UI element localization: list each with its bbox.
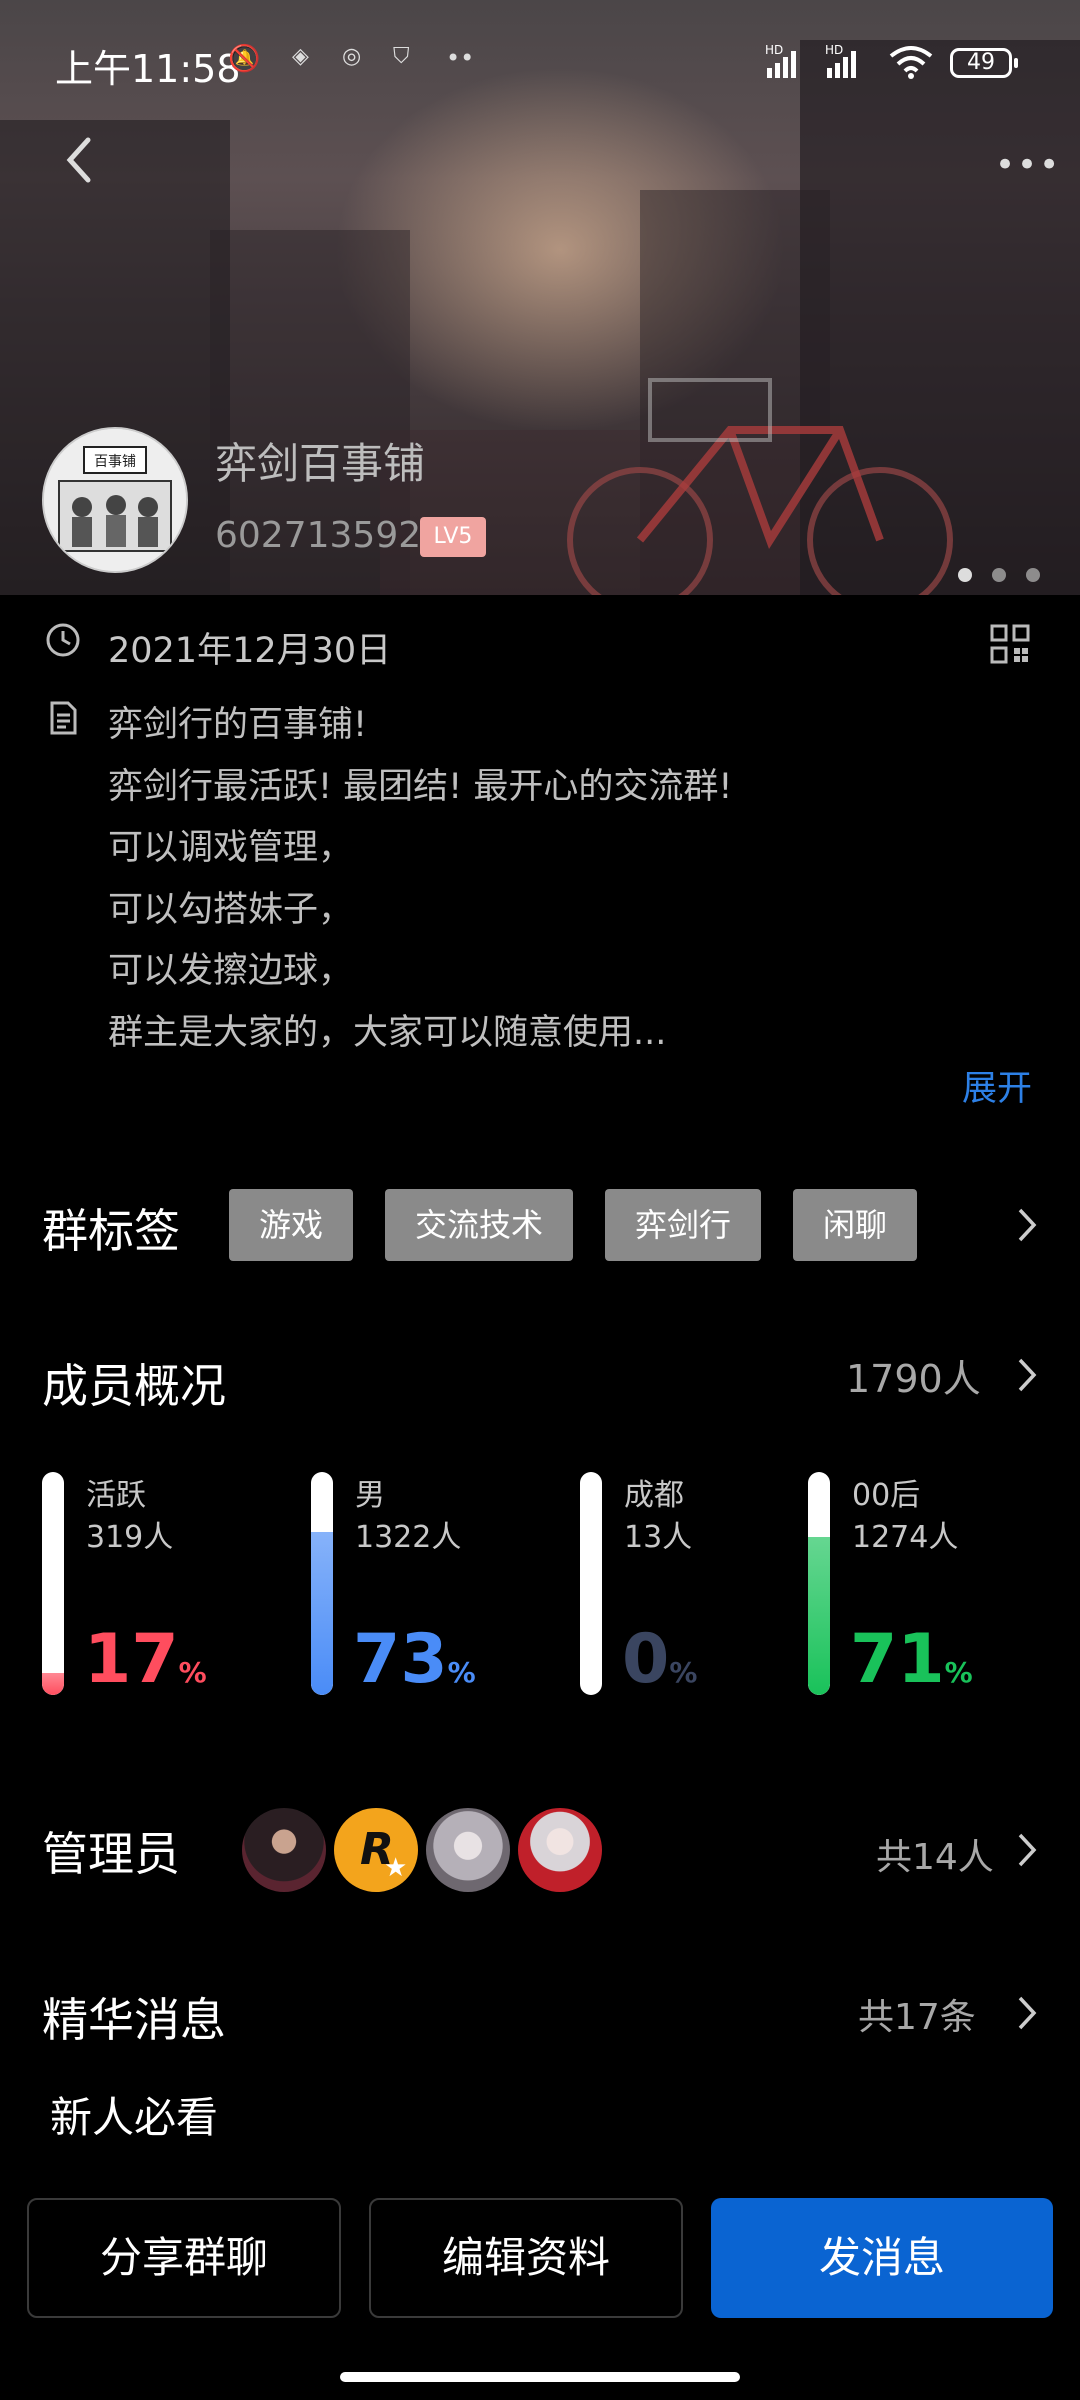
stat-bar-fill bbox=[808, 1536, 830, 1695]
admin-count[interactable]: 共14人 bbox=[876, 1828, 994, 1880]
stat-label: 活跃 bbox=[86, 1478, 146, 1513]
stat-bar-fill bbox=[311, 1532, 333, 1695]
edit-profile-button[interactable]: 编辑资料 bbox=[369, 2198, 683, 2318]
status-time: 上午11:58 bbox=[55, 47, 241, 91]
banner-page-indicator bbox=[958, 567, 1060, 586]
stat-percent: 0% bbox=[622, 1620, 698, 1699]
essence-count[interactable]: 共17条 bbox=[858, 1988, 976, 2040]
tag-chip[interactable]: 交流技术 bbox=[385, 1189, 573, 1261]
stat-bar bbox=[808, 1472, 830, 1695]
more-options-icon[interactable]: ••• bbox=[995, 145, 1061, 185]
stat-percent: 71% bbox=[850, 1620, 973, 1699]
admin-avatar[interactable] bbox=[242, 1808, 326, 1892]
send-message-button[interactable]: 发消息 bbox=[711, 2198, 1053, 2318]
description-line: 弈剑行的百事铺! bbox=[108, 705, 368, 745]
description-line: 可以调戏管理， bbox=[108, 828, 354, 868]
status-bar: 上午11:58 🔕 ◈ ◎ ⛉ •• HD HD 49 bbox=[0, 0, 1080, 125]
shield-icon: ⛉ bbox=[393, 44, 410, 69]
description-line: 可以发擦边球， bbox=[108, 951, 354, 991]
tag-chip[interactable]: 游戏 bbox=[229, 1189, 353, 1261]
mute-icon: 🔕 bbox=[228, 44, 261, 74]
battery-icon: 49 bbox=[950, 48, 1018, 78]
qr-code-icon[interactable] bbox=[990, 624, 1030, 664]
app-notification-icon: ◈ bbox=[292, 44, 309, 69]
description-line: 群主是大家的，大家可以随意使用... bbox=[108, 1012, 667, 1053]
cover-banner[interactable]: 上午11:58 🔕 ◈ ◎ ⛉ •• HD HD 49 ••• 百事铺 弈剑百事… bbox=[0, 0, 1080, 595]
level-badge: LV5 bbox=[420, 517, 486, 557]
group-name: 弈剑百事铺 bbox=[215, 439, 426, 488]
admin-avatar[interactable] bbox=[426, 1808, 510, 1892]
stat-count: 319人 bbox=[86, 1520, 174, 1555]
group-description: 弈剑行的百事铺! 弈剑行最活跃! 最团结! 最开心的交流群! 可以调戏管理， 可… bbox=[108, 695, 988, 1064]
expand-description-link[interactable]: 展开 bbox=[962, 1060, 1032, 1111]
stat-label: 00后 bbox=[852, 1478, 921, 1513]
svg-text:★: ★ bbox=[384, 1853, 407, 1883]
stat-percent: 17% bbox=[84, 1620, 207, 1699]
stat-active[interactable]: 活跃 319人 17% bbox=[42, 1470, 302, 1700]
chevron-right-icon[interactable] bbox=[1015, 1206, 1039, 1244]
svg-text:HD: HD bbox=[765, 43, 783, 57]
description-line: 弈剑行最活跃! 最团结! 最开心的交流群! bbox=[108, 766, 733, 807]
more-notifications-icon: •• bbox=[446, 44, 475, 72]
home-indicator[interactable] bbox=[340, 2372, 740, 2382]
essence-message-item[interactable]: 新人必看 bbox=[50, 2084, 218, 2145]
stat-location[interactable]: 成都 13人 0% bbox=[580, 1470, 840, 1700]
stat-label: 男 bbox=[355, 1478, 385, 1513]
essence-section-title: 精华消息 bbox=[42, 1993, 226, 2047]
app-notification-icon: ◎ bbox=[342, 44, 362, 69]
stat-percent: 73% bbox=[353, 1620, 476, 1699]
stat-label: 成都 bbox=[624, 1478, 684, 1513]
admin-avatar[interactable]: R ★ bbox=[334, 1808, 418, 1892]
stat-bar-fill bbox=[42, 1672, 64, 1695]
document-icon bbox=[50, 701, 77, 735]
admins-section-title: 管理员 bbox=[42, 1827, 180, 1881]
chevron-right-icon[interactable] bbox=[1015, 1831, 1039, 1869]
admin-avatar[interactable] bbox=[518, 1808, 602, 1892]
stat-count: 1274人 bbox=[852, 1520, 959, 1555]
chevron-right-icon[interactable] bbox=[1015, 1994, 1039, 2032]
svg-text:百事铺: 百事铺 bbox=[94, 454, 136, 470]
tag-chip[interactable]: 弈剑行 bbox=[605, 1189, 761, 1261]
stat-bar bbox=[311, 1472, 333, 1695]
share-group-button[interactable]: 分享群聊 bbox=[27, 2198, 341, 2318]
svg-text:HD: HD bbox=[825, 43, 843, 57]
stat-count: 13人 bbox=[624, 1520, 693, 1555]
back-arrow-icon[interactable] bbox=[50, 130, 110, 190]
stat-male[interactable]: 男 1322人 73% bbox=[311, 1470, 571, 1700]
stat-bar bbox=[42, 1472, 64, 1695]
tag-chip[interactable]: 闲聊 bbox=[793, 1189, 917, 1261]
members-section-title: 成员概况 bbox=[42, 1359, 226, 1413]
clock-icon bbox=[46, 623, 80, 657]
created-date: 2021年12月30日 bbox=[108, 631, 392, 671]
bicycle-illustration bbox=[567, 378, 953, 595]
member-count[interactable]: 1790人 bbox=[846, 1348, 981, 1403]
group-avatar[interactable]: 百事铺 bbox=[42, 427, 188, 573]
group-id: 602713592 bbox=[215, 515, 422, 556]
stat-age[interactable]: 00后 1274人 71% bbox=[808, 1470, 1068, 1700]
tags-section-title: 群标签 bbox=[42, 1204, 180, 1258]
chevron-right-icon[interactable] bbox=[1015, 1356, 1039, 1394]
stat-count: 1322人 bbox=[355, 1520, 462, 1555]
wifi-icon bbox=[889, 46, 933, 79]
stat-bar bbox=[580, 1472, 602, 1695]
description-line: 可以勾搭妹子， bbox=[108, 889, 354, 930]
